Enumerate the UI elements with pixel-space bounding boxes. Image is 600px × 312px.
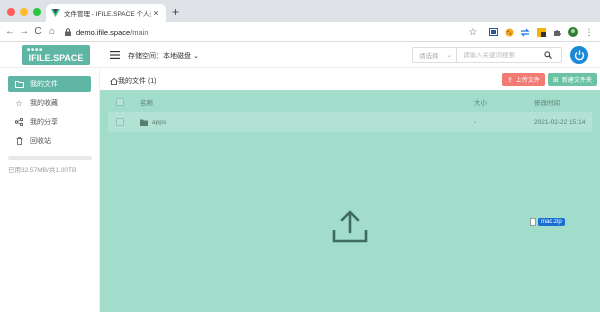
sidebar-item-label: 我的文件 (30, 81, 58, 88)
table-row[interactable]: apps - 2021-02-22 15:14 (108, 112, 592, 132)
column-header-date[interactable]: 修改时间 (534, 97, 592, 107)
storage-label: 存储空间：本地磁盘 (128, 53, 191, 60)
search-type-select[interactable]: 请选择 ⌄ (413, 48, 457, 62)
menu-toggle-icon[interactable] (110, 51, 120, 59)
search-icon[interactable] (535, 51, 561, 59)
browser-tab-bar: 文件管理 - IFILE.SPACE 个人云... × + (0, 0, 600, 22)
tab-close-icon[interactable]: × (151, 8, 161, 18)
close-window-button[interactable] (7, 8, 15, 16)
app-header: ■■■■ IFILE.SPACE 存储空间：本地磁盘 ⌄ 请选择 ⌄ (0, 42, 600, 68)
storage-quota-bar (8, 156, 92, 160)
file-name-cell[interactable]: apps (140, 119, 474, 126)
app-logo[interactable]: ■■■■ IFILE.SPACE (22, 45, 90, 65)
power-icon (574, 50, 584, 60)
share-icon (14, 117, 24, 127)
extension-cookie-icon[interactable] (504, 27, 514, 37)
upload-button-label: 上传文件 (515, 78, 540, 84)
profile-avatar[interactable] (568, 27, 578, 37)
trash-icon (14, 136, 24, 146)
vue-favicon-icon (51, 9, 60, 18)
dragged-file-label: mac.zip (538, 218, 565, 226)
new-tab-button[interactable]: + (172, 5, 179, 19)
sidebar-item-label: 我的收藏 (30, 100, 58, 107)
search-type-placeholder: 请选择 (419, 53, 439, 60)
breadcrumb[interactable]: 我的文件 (1) (110, 76, 157, 86)
sidebar-item-shares[interactable]: 我的分享 (8, 114, 91, 130)
url-bar[interactable]: demo.ifile.space/main (64, 25, 484, 39)
row-checkbox[interactable] (116, 118, 124, 126)
extensions-puzzle-icon[interactable] (552, 27, 562, 37)
upload-file-button[interactable]: ⇪ 上传文件 (502, 73, 545, 86)
url-text: demo.ifile.space/main (76, 27, 149, 37)
sidebar-item-label: 我的分享 (30, 119, 58, 126)
column-header-size[interactable]: 大小 (474, 97, 534, 107)
forward-icon[interactable]: → (18, 26, 30, 38)
home-icon[interactable]: ⌂ (46, 26, 58, 38)
storage-selector[interactable]: 存储空间：本地磁盘 ⌄ (128, 51, 199, 61)
sidebar: 我的文件 ☆ 我的收藏 我的分享 回收站 已用32.57MB/共1.00TB (0, 68, 100, 312)
browser-menu-icon[interactable]: ⋮ (584, 27, 594, 37)
browser-address-bar: ← → C ⌂ demo.ifile.space/main ☆ ⋮ (0, 22, 600, 42)
file-icon (530, 218, 536, 226)
file-size: - (474, 118, 477, 126)
bookmark-star-icon[interactable]: ☆ (468, 27, 478, 38)
file-name: apps (152, 118, 167, 126)
minimize-window-button[interactable] (20, 8, 28, 16)
select-all-checkbox[interactable] (116, 98, 124, 106)
folder-icon (14, 79, 24, 89)
chevron-down-icon: ⌄ (192, 53, 199, 60)
sidebar-item-my-files[interactable]: 我的文件 (8, 76, 91, 92)
search-box: 请选择 ⌄ (412, 47, 562, 63)
extension-transfer-icon[interactable] (520, 27, 530, 37)
search-input[interactable] (457, 51, 535, 59)
file-table-header: 名称 大小 修改时间 (108, 94, 592, 110)
storage-quota-text: 已用32.57MB/共1.00TB (8, 167, 77, 174)
sidebar-item-label: 回收站 (30, 138, 51, 145)
maximize-window-button[interactable] (33, 8, 41, 16)
reload-icon[interactable]: C (32, 26, 44, 38)
breadcrumb-text: 我的文件 (1) (118, 78, 157, 85)
star-icon: ☆ (15, 98, 23, 108)
logo-text: IFILE.SPACE (28, 53, 84, 63)
extension-translate-icon[interactable] (536, 27, 546, 37)
extension-screen-icon[interactable] (488, 27, 498, 37)
tab-title: 文件管理 - IFILE.SPACE 个人云... (64, 11, 151, 18)
power-logout-button[interactable] (570, 46, 588, 64)
main-content: 我的文件 (1) ⇪ 上传文件 ⊞ 新建文件夹 名称 大小 修改时间 apps … (100, 68, 600, 312)
upload-arrow-icon (332, 210, 368, 243)
upload-drop-zone[interactable]: 名称 大小 修改时间 apps - 2021-02-22 15:14 mac.z… (100, 90, 600, 312)
browser-tab[interactable]: 文件管理 - IFILE.SPACE 个人云... × (46, 4, 166, 22)
sidebar-item-trash[interactable]: 回收站 (8, 133, 91, 149)
new-folder-button[interactable]: ⊞ 新建文件夹 (548, 73, 597, 86)
folder-icon (140, 119, 148, 126)
dragged-file: mac.zip (530, 218, 565, 226)
chevron-down-icon: ⌄ (446, 52, 452, 59)
file-date: 2021-02-22 15:14 (534, 118, 586, 126)
home-icon (110, 77, 118, 85)
sidebar-item-favorites[interactable]: ☆ 我的收藏 (8, 95, 91, 111)
logo-dots: ■■■■ (27, 47, 44, 53)
upload-icon: ⇪ (507, 76, 513, 84)
lock-icon (65, 28, 71, 36)
back-icon[interactable]: ← (4, 26, 16, 38)
folder-plus-icon: ⊞ (553, 76, 559, 84)
new-folder-button-label: 新建文件夹 (561, 78, 592, 84)
column-header-name[interactable]: 名称 (140, 97, 474, 107)
